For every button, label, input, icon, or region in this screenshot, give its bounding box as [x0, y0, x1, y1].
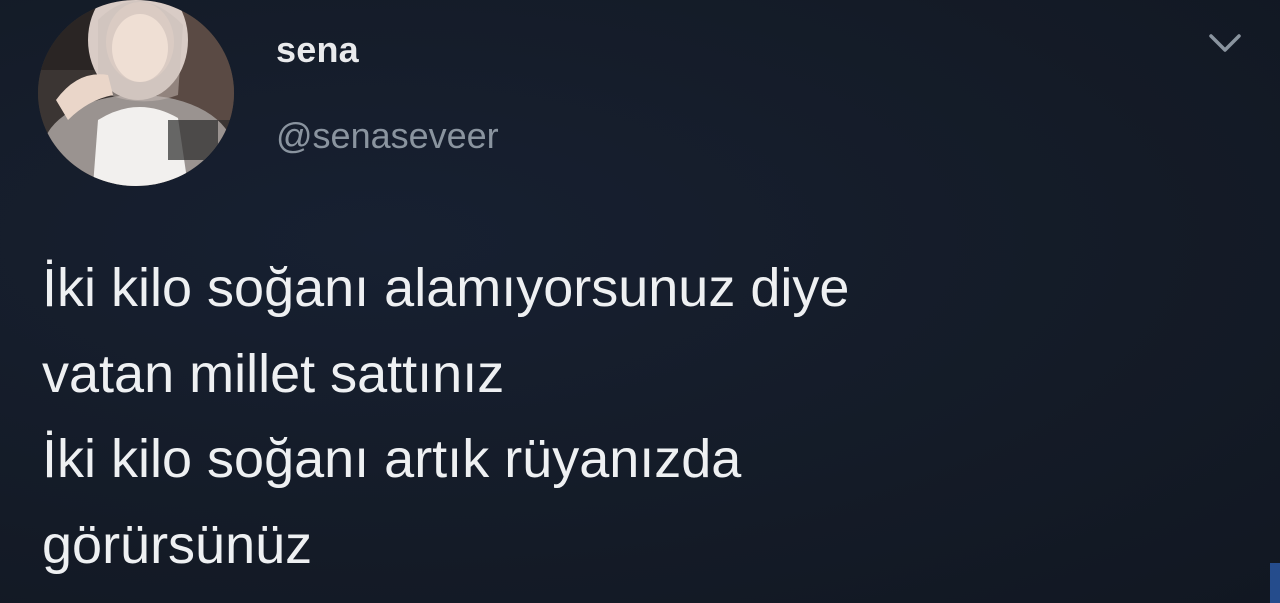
tweet-options-button[interactable] [1203, 26, 1247, 62]
avatar-photo [38, 0, 234, 186]
tweet-text-line: görürsünüz [42, 514, 313, 575]
edge-indicator [1270, 563, 1280, 603]
chevron-down-icon [1209, 34, 1241, 52]
tweet-card: sena @senaseveer İki kilo soğanı alamıyo… [0, 0, 1280, 603]
tweet-text-line: vatan millet sattınız [42, 343, 505, 404]
tweet-text-line: İki kilo soğanı alamıyorsunuz diye [42, 258, 850, 318]
display-name[interactable]: sena [276, 30, 359, 70]
avatar[interactable] [38, 0, 234, 186]
tweet-text-line: İki kilo soğanı artık rüyanızda [42, 429, 742, 489]
user-handle[interactable]: @senaseveer [276, 115, 499, 157]
tweet-text: İki kilo soğanı alamıyorsunuz diye vatan… [42, 246, 1242, 588]
